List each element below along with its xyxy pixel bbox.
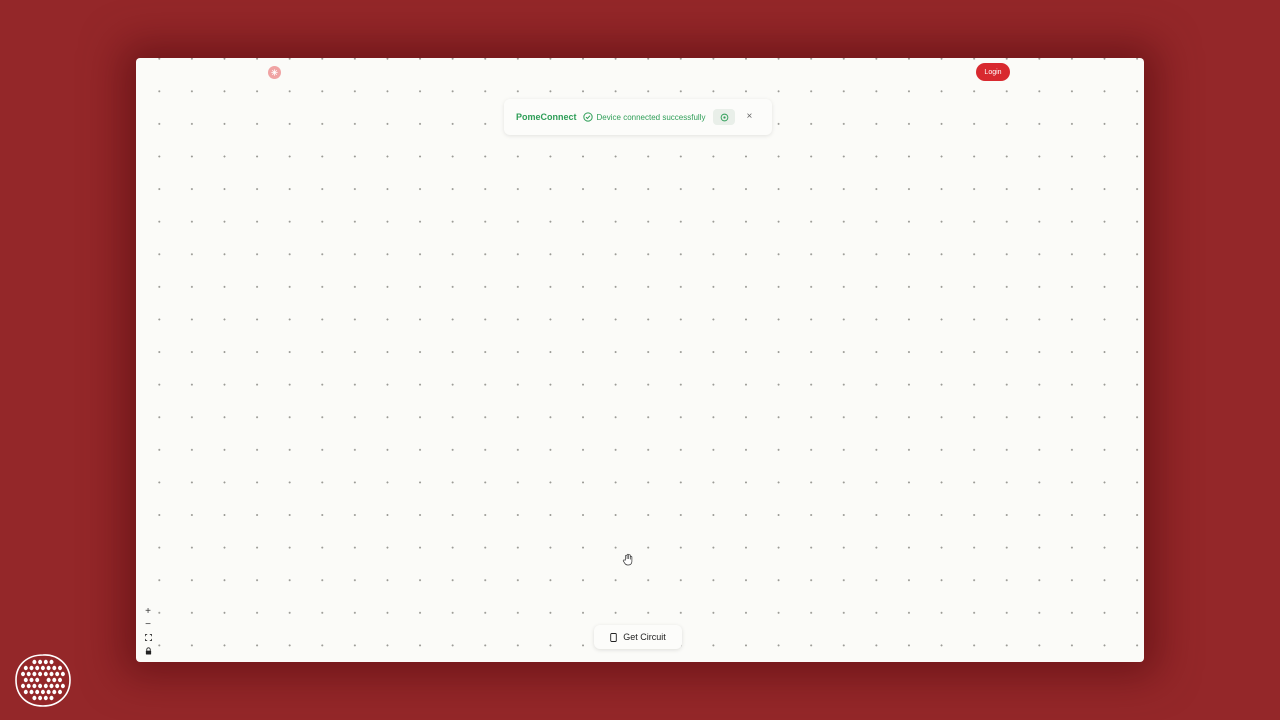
- logo-seed: [38, 695, 43, 701]
- check-circle-icon: [582, 112, 593, 122]
- logo-seed: [55, 683, 60, 689]
- logo-seed: [32, 695, 37, 701]
- logo-seed: [21, 683, 25, 689]
- logo-seed: [49, 671, 54, 677]
- refresh-icon: [720, 113, 729, 121]
- logo-seed: [23, 677, 28, 683]
- logo-seed: [52, 665, 57, 671]
- get-circuit-label: Get Circuit: [623, 632, 666, 642]
- logo-seed: [43, 671, 48, 677]
- logo-seed: [46, 677, 51, 683]
- logo-seed: [43, 695, 48, 701]
- logo-seed: [32, 671, 37, 677]
- zoom-in-button[interactable]: +: [142, 605, 154, 618]
- app-window: Login PomeConnect Device connected succe…: [136, 58, 1144, 662]
- logo-seed: [52, 677, 57, 683]
- logo-seed: [46, 689, 51, 695]
- logo-seed: [26, 671, 31, 677]
- device-icon: [610, 632, 617, 642]
- logo-seed: [43, 659, 48, 665]
- toast-action-button[interactable]: [713, 109, 736, 125]
- login-button[interactable]: Login: [976, 63, 1010, 81]
- logo-seed: [55, 671, 60, 677]
- logo-seed: [32, 683, 37, 689]
- fit-view-button[interactable]: [142, 631, 154, 644]
- logo-seed: [35, 665, 40, 671]
- logo-seed: [29, 689, 34, 695]
- zoom-out-button[interactable]: −: [142, 618, 154, 631]
- zoom-controls: + −: [142, 605, 154, 657]
- logo-seed: [40, 689, 45, 695]
- logo-seed: [38, 671, 43, 677]
- hand-cursor-icon: [622, 553, 633, 566]
- toast-brand: PomeConnect: [516, 112, 577, 122]
- lock-icon: [145, 646, 151, 654]
- logo-seed: [46, 665, 51, 671]
- pomegranate-seeds-logo-icon: [15, 654, 71, 707]
- logo-seed: [43, 683, 48, 689]
- logo-seed: [35, 689, 40, 695]
- logo-seed: [32, 659, 37, 665]
- logo-seed: [40, 665, 45, 671]
- logo-seed: [21, 671, 25, 677]
- connection-toast: PomeConnect Device connected successfull…: [504, 99, 772, 135]
- logo-seed: [49, 659, 54, 665]
- toast-message: Device connected successfully: [596, 112, 706, 122]
- logo-seed: [60, 671, 65, 677]
- logo-seed: [29, 677, 34, 683]
- logo-seed: [29, 665, 34, 671]
- logo-seed: [58, 677, 62, 683]
- logo-seed: [52, 689, 57, 695]
- logo-seed: [58, 665, 62, 671]
- logo-seed: [26, 683, 31, 689]
- logo-seed: [23, 665, 28, 671]
- logo-seed: [23, 689, 28, 695]
- pomegranate-logo-icon[interactable]: [268, 66, 281, 79]
- logo-seed: [38, 659, 43, 665]
- logo-seed: [35, 677, 40, 683]
- lock-button[interactable]: [142, 644, 154, 657]
- get-circuit-button[interactable]: Get Circuit: [594, 625, 682, 649]
- toast-close-button[interactable]: ×: [743, 112, 755, 122]
- logo-seed: [49, 695, 54, 701]
- stage: Login PomeConnect Device connected succe…: [0, 0, 1280, 720]
- fit-view-icon: [144, 634, 152, 641]
- logo-seed: [38, 683, 43, 689]
- logo-seed: [49, 683, 54, 689]
- logo-seed: [58, 689, 62, 695]
- logo-seed: [60, 683, 65, 689]
